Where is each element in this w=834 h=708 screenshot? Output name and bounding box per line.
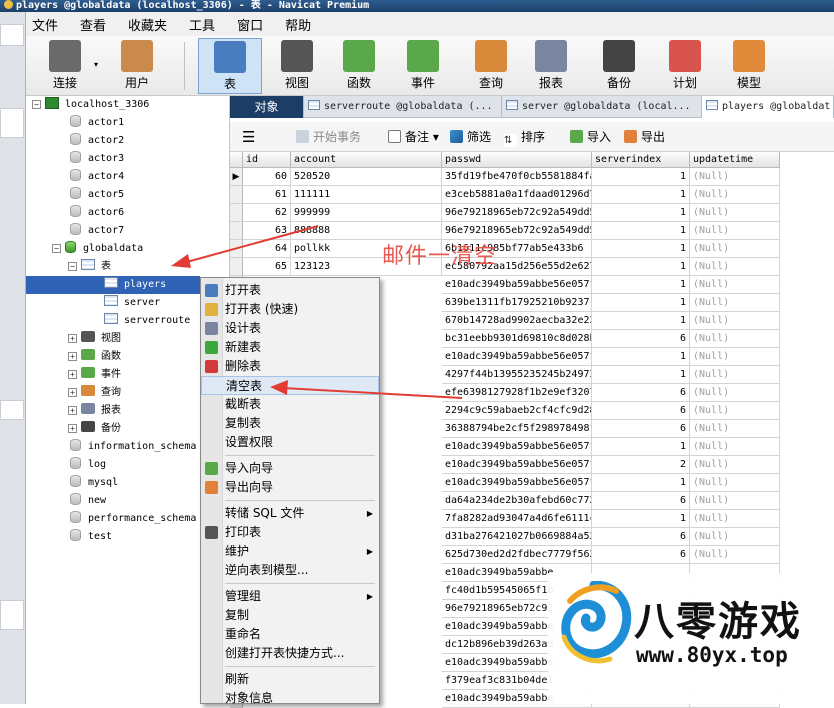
arrow-to-truncate-item <box>270 380 463 399</box>
arrow-to-players <box>171 225 319 268</box>
watermark-logo-icon <box>561 581 632 664</box>
watermark: 八零游戏 www.80yx.top <box>548 573 834 704</box>
watermark-brand: 八零游戏 <box>634 599 802 645</box>
watermark-url: www.80yx.top <box>636 643 788 667</box>
